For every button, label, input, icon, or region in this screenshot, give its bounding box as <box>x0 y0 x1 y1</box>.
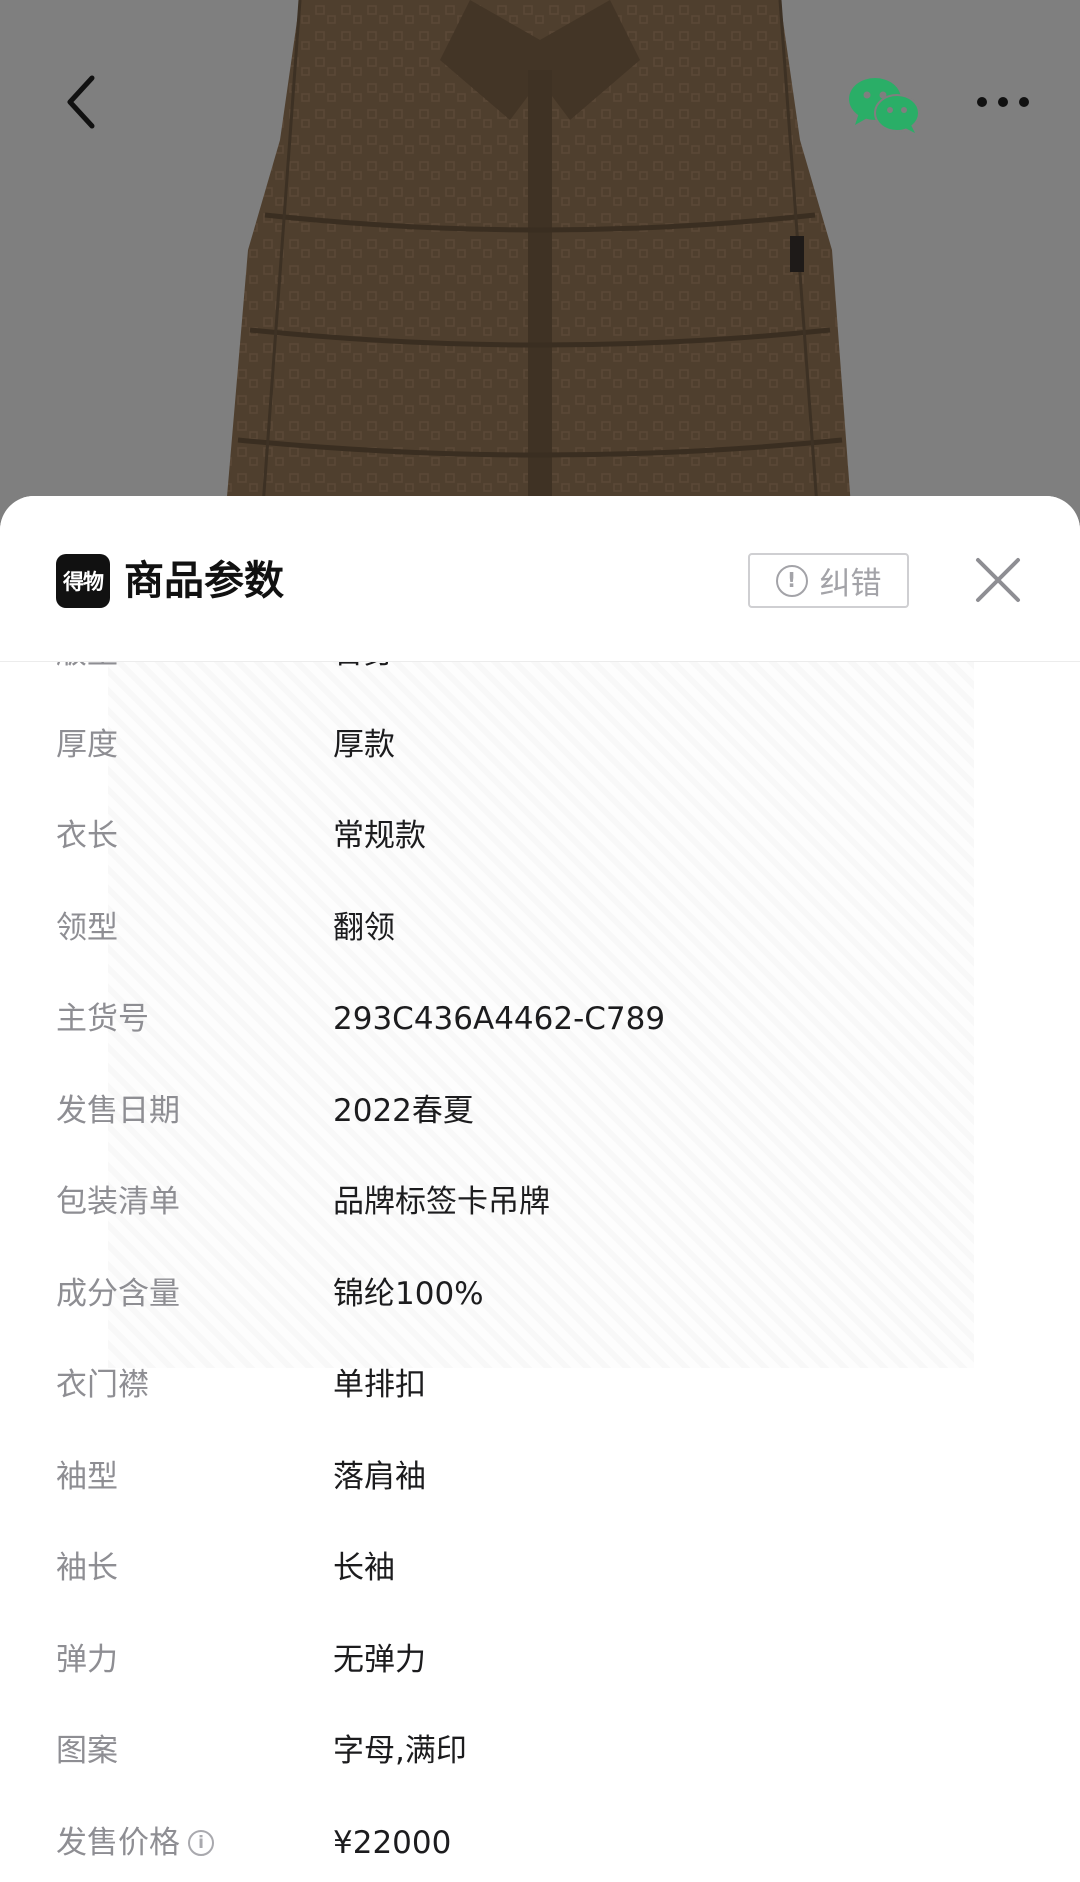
param-label: 图案 <box>56 1733 118 1769</box>
param-row: 厚度 厚款 <box>0 700 1080 792</box>
param-value: 2022春夏 <box>333 1092 474 1129</box>
param-row: 主货号 293C436A4462-C789 <box>0 974 1080 1066</box>
param-label: 领型 <box>56 909 118 946</box>
product-image-backdrop <box>0 0 1080 520</box>
report-error-label: 纠错 <box>819 566 882 602</box>
param-value: 无弹力 <box>333 1641 426 1678</box>
wechat-icon <box>849 78 920 133</box>
param-row: 弹力 无弹力 <box>0 1615 1080 1707</box>
param-value: 品牌标签卡吊牌 <box>333 1184 550 1220</box>
info-icon[interactable]: i <box>188 1830 214 1857</box>
param-value: 翻领 <box>333 909 395 946</box>
param-value: 字母,满印 <box>333 1733 467 1769</box>
param-label: 主货号 <box>56 1001 149 1037</box>
chevron-left-icon <box>67 75 95 129</box>
param-value: 293C436A4462-C789 <box>333 1001 666 1037</box>
sheet-header: 得物 商品参数 ! 纠错 <box>0 496 1080 662</box>
param-value: 厚款 <box>333 726 395 763</box>
wechat-share-button[interactable] <box>842 70 926 140</box>
param-label: 成分含量 <box>56 1275 180 1312</box>
param-label: 袖型 <box>56 1458 118 1495</box>
param-row: 发售日期 2022春夏 <box>0 1066 1080 1158</box>
param-list: 版型 合身 厚度 厚款 衣长 常规款 领型 翻领 主货号 293C436A446… <box>0 608 1080 1882</box>
brand-logo: 得物 <box>56 554 110 608</box>
sheet-title: 商品参数 <box>124 558 284 604</box>
close-icon <box>976 558 1020 602</box>
param-value: 单排扣 <box>333 1367 426 1403</box>
param-row: 衣门襟 单排扣 <box>0 1340 1080 1432</box>
param-row: 发售价格 i ¥22000 <box>0 1798 1080 1882</box>
param-row: 领型 翻领 <box>0 883 1080 975</box>
param-label: 发售日期 <box>56 1092 180 1129</box>
more-dots-icon <box>977 97 1029 107</box>
back-button[interactable] <box>44 66 116 138</box>
param-label: 包装清单 <box>56 1184 180 1220</box>
param-value: 常规款 <box>333 818 426 854</box>
param-row: 成分含量 锦纶100% <box>0 1249 1080 1341</box>
param-row: 袖长 长袖 <box>0 1523 1080 1615</box>
more-button[interactable] <box>970 82 1036 122</box>
param-value: 长袖 <box>333 1550 395 1586</box>
param-value: ¥22000 <box>333 1824 452 1861</box>
param-row: 袖型 落肩袖 <box>0 1432 1080 1524</box>
close-button[interactable] <box>972 554 1024 606</box>
param-value: 锦纶100% <box>333 1275 484 1312</box>
param-label: 厚度 <box>56 726 118 763</box>
param-label: 袖长 <box>56 1550 118 1586</box>
report-error-button[interactable]: ! 纠错 <box>748 553 909 608</box>
product-detail-page: 得物 商品参数 ! 纠错 版型 合身 厚度 厚款 衣长 <box>0 0 1080 1882</box>
param-label: 弹力 <box>56 1641 118 1678</box>
param-label: 发售价格 i <box>56 1798 214 1882</box>
exclamation-circle-icon: ! <box>775 564 808 597</box>
param-label: 衣门襟 <box>56 1367 149 1403</box>
param-value: 落肩袖 <box>333 1458 426 1495</box>
param-row: 衣长 常规款 <box>0 791 1080 883</box>
param-label: 衣长 <box>56 818 118 854</box>
product-params-sheet: 得物 商品参数 ! 纠错 版型 合身 厚度 厚款 衣长 <box>0 496 1080 1882</box>
param-row: 图案 字母,满印 <box>0 1706 1080 1798</box>
param-row: 包装清单 品牌标签卡吊牌 <box>0 1157 1080 1249</box>
